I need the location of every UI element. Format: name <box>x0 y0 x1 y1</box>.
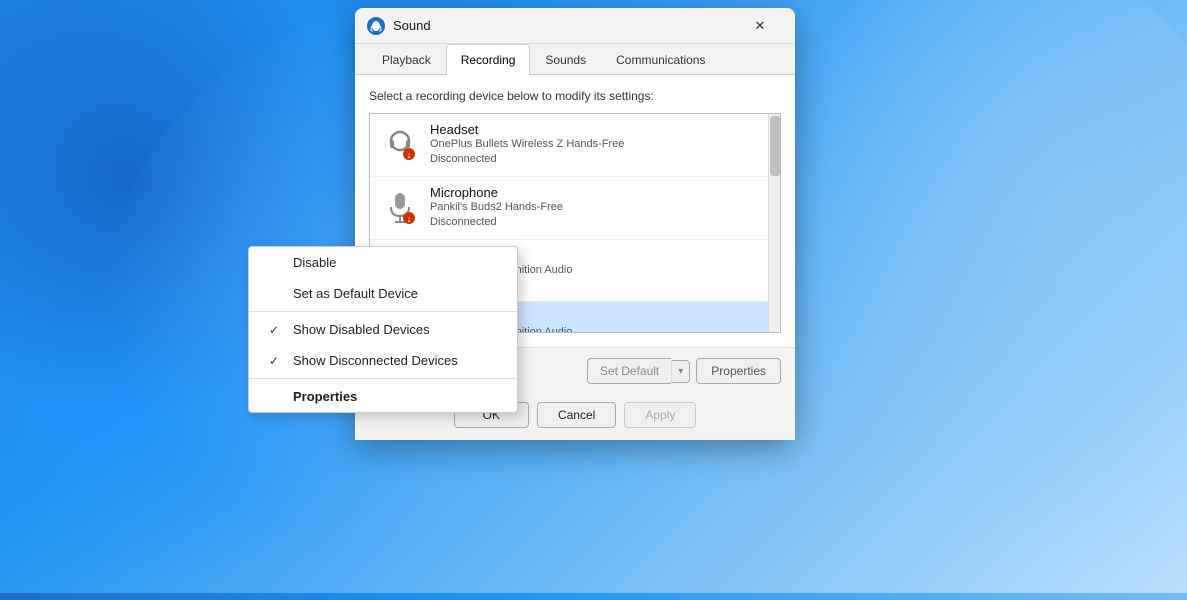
device-info-mic1: Microphone Pankil's Buds2 Hands-Free Dis… <box>430 185 770 231</box>
tab-communications[interactable]: Communications <box>601 44 720 75</box>
device-sub1-mic1: Pankil's Buds2 Hands-Free <box>430 200 770 215</box>
device-info-headset: Headset OnePlus Bullets Wireless Z Hands… <box>430 122 770 168</box>
device-icon-headset: ↓ <box>380 125 420 165</box>
dialog-icon <box>367 17 385 35</box>
context-menu-check-show-disconnected: ✓ <box>269 354 285 368</box>
context-menu-label-set-default: Set as Default Device <box>293 286 418 301</box>
cancel-button[interactable]: Cancel <box>537 402 616 428</box>
tabs-bar: Playback Recording Sounds Communications <box>355 44 795 75</box>
device-name-headset: Headset <box>430 122 770 137</box>
set-default-arrow-button[interactable]: ▾ <box>671 360 690 383</box>
context-menu-check-show-disabled: ✓ <box>269 323 285 337</box>
tab-playback[interactable]: Playback <box>367 44 446 75</box>
scrollbar[interactable] <box>768 114 780 332</box>
context-menu-label-disable: Disable <box>293 255 336 270</box>
title-bar: Sound ✕ <box>355 8 795 44</box>
context-menu-sep2 <box>249 378 517 379</box>
device-item-mic1[interactable]: ↓ Microphone Pankil's Buds2 Hands-Free D… <box>370 177 780 240</box>
svg-text:↓: ↓ <box>407 150 412 160</box>
tab-sounds[interactable]: Sounds <box>530 44 601 75</box>
device-sub2-mic1: Disconnected <box>430 215 770 230</box>
close-button[interactable]: ✕ <box>737 12 783 40</box>
device-sub1-headset: OnePlus Bullets Wireless Z Hands-Free <box>430 137 770 152</box>
context-menu-label-show-disabled: Show Disabled Devices <box>293 322 430 337</box>
context-menu-label-show-disconnected: Show Disconnected Devices <box>293 353 458 368</box>
set-default-button[interactable]: Set Default <box>587 358 671 384</box>
set-default-group: Set Default ▾ <box>587 358 690 384</box>
properties-button[interactable]: Properties <box>696 358 781 384</box>
context-menu-show-disconnected[interactable]: ✓ Show Disconnected Devices <box>249 345 517 376</box>
context-menu: Disable Set as Default Device ✓ Show Dis… <box>248 246 518 413</box>
device-icon-mic1: ↓ <box>380 188 420 228</box>
context-menu-label-properties: Properties <box>293 389 357 404</box>
svg-text:↓: ↓ <box>407 214 412 224</box>
context-menu-sep1 <box>249 311 517 312</box>
context-menu-disable[interactable]: Disable <box>249 247 517 278</box>
apply-button[interactable]: Apply <box>624 402 696 428</box>
device-item-headset[interactable]: ↓ Headset OnePlus Bullets Wireless Z Han… <box>370 114 780 177</box>
tab-recording[interactable]: Recording <box>446 44 531 75</box>
dialog-title: Sound <box>393 18 737 33</box>
context-menu-set-default[interactable]: Set as Default Device <box>249 278 517 309</box>
content-description: Select a recording device below to modif… <box>369 89 781 103</box>
device-name-mic1: Microphone <box>430 185 770 200</box>
device-sub2-headset: Disconnected <box>430 152 770 167</box>
context-menu-show-disabled[interactable]: ✓ Show Disabled Devices <box>249 314 517 345</box>
context-menu-properties[interactable]: Properties <box>249 381 517 412</box>
